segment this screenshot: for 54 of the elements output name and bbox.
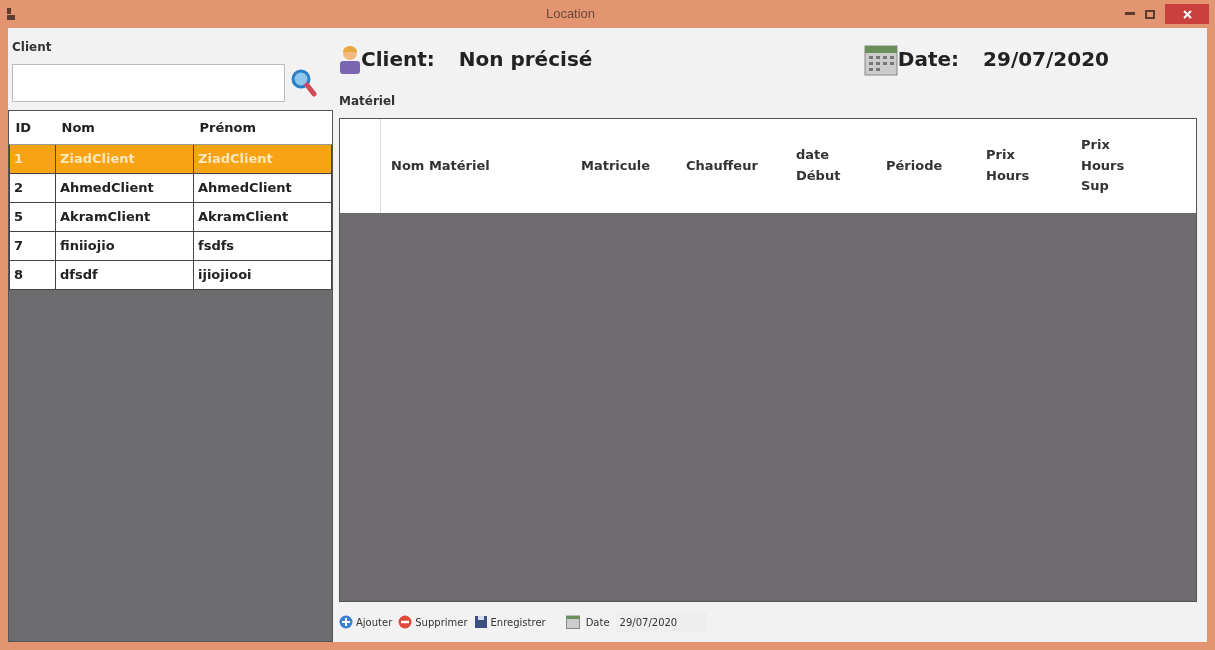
table-cell: 2 <box>14 179 24 195</box>
table-cell: 8 <box>14 266 24 282</box>
close-icon <box>1182 9 1192 19</box>
table-cell: dfsdf <box>60 266 98 282</box>
table-cell: ZiadClient <box>60 150 135 166</box>
table-cell: ijiojiooi <box>198 266 252 282</box>
table-cell: AkramClient <box>198 208 289 224</box>
search-icon[interactable] <box>291 69 317 97</box>
table-cell: fsdfs <box>198 237 235 253</box>
date-label: Date <box>585 615 610 630</box>
column-header[interactable]: Prénom <box>193 111 332 144</box>
minimize-icon[interactable] <box>1125 12 1135 16</box>
column-header[interactable]: Nom Matériel <box>381 155 571 177</box>
maximize-icon[interactable] <box>1145 9 1155 19</box>
table-row[interactable]: 5 AkramClient AkramClient <box>9 202 332 231</box>
date-label: Date: <box>897 46 960 73</box>
column-header[interactable]: Chauffeur <box>676 155 786 177</box>
column-header[interactable]: Matricule <box>571 155 676 177</box>
date-value: 29/07/2020 <box>983 46 1109 73</box>
client-value: Non précisé <box>458 46 593 73</box>
group-label: Matériel <box>339 93 397 110</box>
table-row[interactable]: 8 dfsdf ijiojiooi <box>9 260 332 289</box>
table-row[interactable]: 2 AhmedClient AhmedClient <box>9 173 332 202</box>
group-label: Client <box>11 39 53 56</box>
column-header[interactable]: Prix Hours <box>976 145 1071 187</box>
calendar-icon <box>565 615 580 629</box>
plus-icon <box>339 615 353 629</box>
date-field[interactable]: 29/07/2020 <box>615 612 708 632</box>
minus-icon <box>398 615 413 629</box>
table-cell: AhmedClient <box>60 179 154 195</box>
table-cell: AhmedClient <box>198 179 292 195</box>
calendar-icon <box>863 42 898 76</box>
table-cell: 7 <box>14 237 24 253</box>
column-header[interactable]: Prix Hours Sup <box>1071 134 1151 198</box>
toolbar-button[interactable]: Ajouter <box>339 614 393 630</box>
app-icon <box>6 7 16 21</box>
toolbar-button[interactable]: Supprimer <box>398 614 468 630</box>
table-cell: AkramClient <box>60 208 151 224</box>
table-cell: finiiojio <box>60 237 115 253</box>
client-label: Client: <box>361 46 435 73</box>
close-button[interactable] <box>1165 4 1209 24</box>
column-header[interactable]: ID <box>9 111 56 144</box>
table-cell: 5 <box>14 208 24 224</box>
column-header[interactable]: Nom <box>55 111 194 144</box>
column-header[interactable]: date Début <box>786 145 876 187</box>
table-cell: ZiadClient <box>198 150 273 166</box>
window-title: Location <box>544 5 597 24</box>
floppy-icon <box>473 615 488 629</box>
table-row[interactable]: 7 finiiojio fsdfs <box>9 231 332 260</box>
toolbar-button[interactable]: Enregistrer <box>473 614 546 630</box>
table-cell: 1 <box>14 150 24 166</box>
column-header[interactable]: Période <box>876 155 976 177</box>
user-icon <box>339 44 361 74</box>
search-field[interactable] <box>12 64 285 102</box>
